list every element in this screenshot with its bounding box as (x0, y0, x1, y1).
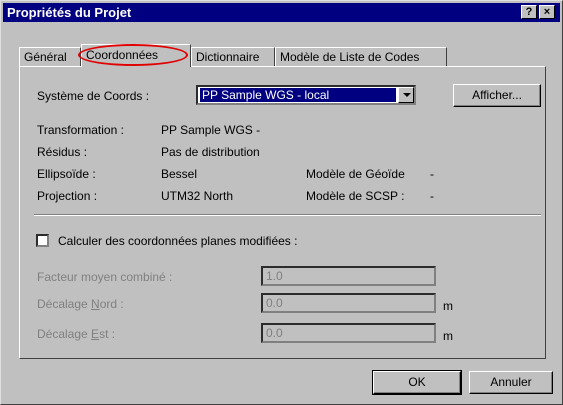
residus-value: Pas de distribution (161, 145, 260, 159)
geoide-label: Modèle de Géoïde (306, 167, 405, 181)
project-properties-dialog: Propriétés du Projet ? × Général Diction… (0, 0, 563, 405)
est-unit: m (443, 329, 453, 343)
ok-button[interactable]: OK (372, 370, 462, 395)
tab-coordonnees-label: Coordonnées (86, 48, 159, 62)
coord-system-select[interactable]: PP Sample WGS - local (196, 85, 416, 105)
projection-value: UTM32 North (161, 189, 234, 203)
coord-system-label: Système de Coords : (37, 89, 150, 103)
tab-coordonnees[interactable]: Coordonnées (78, 44, 191, 67)
close-button[interactable]: × (539, 5, 555, 19)
title-bar[interactable]: Propriétés du Projet ? × (3, 3, 560, 22)
afficher-button[interactable]: Afficher... (453, 84, 541, 107)
residus-label: Résidus : (37, 145, 88, 159)
tab-modele-liste-codes[interactable]: Modèle de Liste de Codes (275, 47, 447, 66)
nord-field[interactable]: 0.0 (261, 293, 436, 313)
transformation-label: Transformation : (37, 123, 124, 137)
close-icon: × (543, 6, 551, 18)
transformation-value: PP Sample WGS - (161, 123, 261, 137)
modified-coords-checkbox[interactable] (36, 234, 49, 247)
facteur-field[interactable]: 1.0 (261, 266, 436, 286)
geoide-value: - (430, 167, 434, 181)
coord-system-value: PP Sample WGS - local (200, 88, 396, 102)
nord-label: Décalage Nord : (37, 297, 124, 311)
facteur-label: Facteur moyen combiné : (37, 270, 173, 284)
projection-label: Projection : (37, 189, 98, 203)
scsp-value: - (430, 189, 434, 203)
est-label: Décalage Est : (37, 327, 116, 341)
window-title: Propriétés du Projet (7, 5, 132, 20)
modified-coords-label[interactable]: Calculer des coordonnées planes modifiée… (58, 234, 297, 248)
tab-general[interactable]: Général (19, 47, 81, 66)
divider (34, 214, 541, 216)
scsp-label: Modèle de SCSP : (306, 189, 405, 203)
ellipsoide-label: Ellipsoïde : (37, 167, 96, 181)
nord-unit: m (443, 299, 453, 313)
help-icon: ? (525, 6, 533, 18)
tab-dictionnaire[interactable]: Dictionnaire (191, 47, 275, 66)
est-field[interactable]: 0.0 (261, 323, 436, 343)
tab-panel (19, 66, 546, 359)
help-button[interactable]: ? (521, 5, 537, 19)
chevron-down-icon[interactable] (398, 87, 414, 103)
cancel-button[interactable]: Annuler (469, 371, 553, 394)
ellipsoide-value: Bessel (161, 167, 198, 181)
